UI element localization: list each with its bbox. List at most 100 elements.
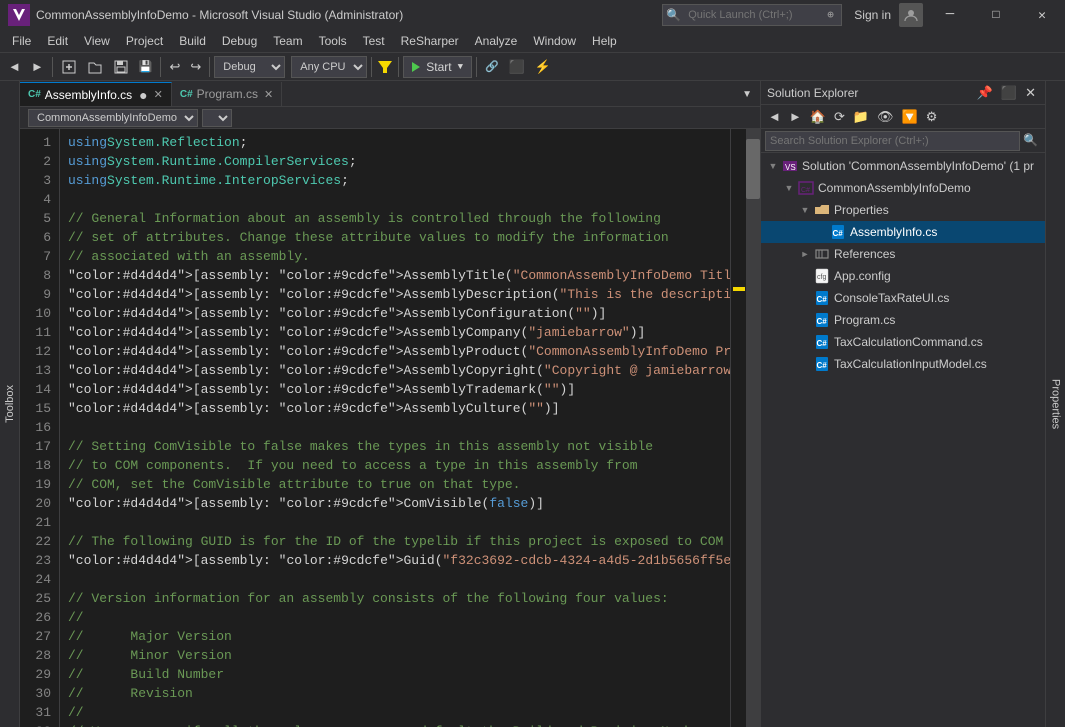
minimize-button[interactable]: ─ xyxy=(927,0,973,30)
toolbar-exception[interactable]: ⚡ xyxy=(531,55,555,79)
maximize-button[interactable]: □ xyxy=(973,0,1019,30)
toolbar-sep-4 xyxy=(371,57,372,77)
toolbar-breakpoints[interactable]: ⬛ xyxy=(505,55,529,79)
code-editor: 1234567891011121314151617181920212223242… xyxy=(20,129,760,727)
line-number-8: 8 xyxy=(24,266,51,285)
code-line-20: "color:#d4d4d4">[assembly: "color:#9cdcf… xyxy=(68,494,722,513)
toolbar-save[interactable] xyxy=(109,55,133,79)
svg-text:C#: C# xyxy=(833,229,844,238)
se-show-all-btn[interactable]: 👁 xyxy=(874,107,897,127)
tree-item-6[interactable]: C# ConsoleTaxRateUI.cs xyxy=(761,287,1045,309)
menu-help[interactable]: Help xyxy=(584,30,625,52)
sign-in-button[interactable]: Sign in xyxy=(846,0,899,30)
app-root: CommonAssemblyInfoDemo - Microsoft Visua… xyxy=(0,0,1065,727)
toolbar-start-button[interactable]: Start ▼ xyxy=(403,56,472,78)
menu-team[interactable]: Team xyxy=(265,30,310,52)
scrollbar-thumb[interactable] xyxy=(746,139,760,199)
se-forward-btn[interactable]: ► xyxy=(786,107,805,127)
main-layout: Toolbox C# AssemblyInfo.cs ● ✕ C# Progra… xyxy=(0,81,1065,727)
code-line-17: // Setting ComVisible to false makes the… xyxy=(68,437,722,456)
toolbar-open[interactable] xyxy=(83,55,107,79)
menu-edit[interactable]: Edit xyxy=(39,30,76,52)
se-pin-button[interactable]: 📌 xyxy=(974,83,996,103)
tree-arrow-4[interactable]: ► xyxy=(797,249,813,259)
quick-launch-bar[interactable]: 🔍 ⊕ xyxy=(662,4,842,26)
toolbar-cpu-config[interactable]: Any CPU x86 x64 xyxy=(291,56,367,78)
tab-scroll-area: ▼ xyxy=(734,82,760,106)
code-content[interactable]: using System.Reflection;using System.Run… xyxy=(60,129,730,727)
start-dropdown-arrow[interactable]: ▼ xyxy=(458,62,463,72)
se-back-btn[interactable]: ◄ xyxy=(765,107,784,127)
menu-file[interactable]: File xyxy=(4,30,39,52)
se-properties-btn[interactable]: 🏠 xyxy=(807,107,829,127)
tree-item-0[interactable]: ▼ VS Solution 'CommonAssemblyInfoDemo' (… xyxy=(761,155,1045,177)
code-line-7: // associated with an assembly. xyxy=(68,247,722,266)
toolbar-debug-config[interactable]: Debug Release xyxy=(214,56,285,78)
menu-analyze[interactable]: Analyze xyxy=(467,30,526,52)
tree-icon-2 xyxy=(813,202,831,218)
toolbar-save-all[interactable]: 💾 xyxy=(135,55,157,79)
toolbar-redo[interactable]: ↪ xyxy=(186,55,205,79)
tree-icon-3: C# xyxy=(829,224,847,240)
menu-resharper[interactable]: ReSharper xyxy=(393,30,467,52)
breadcrumb-right-select[interactable] xyxy=(202,109,232,127)
se-refresh-btn[interactable]: ⟳ xyxy=(831,107,848,127)
svg-text:C#: C# xyxy=(817,339,828,348)
code-line-1: using System.Reflection; xyxy=(68,133,722,152)
menu-test[interactable]: Test xyxy=(355,30,393,52)
se-close-button[interactable]: ✕ xyxy=(1022,83,1039,103)
toolbar-nav-forward[interactable]: ► xyxy=(27,55,48,79)
vertical-scrollbar[interactable] xyxy=(746,129,760,727)
tree-item-3[interactable]: C# AssemblyInfo.cs xyxy=(761,221,1045,243)
code-line-18: // to COM components. If you need to acc… xyxy=(68,456,722,475)
tree-item-4[interactable]: ► References xyxy=(761,243,1045,265)
tree-arrow-1[interactable]: ▼ xyxy=(781,183,797,193)
properties-sidebar[interactable]: Properties xyxy=(1045,81,1065,727)
tree-item-5[interactable]: cfg App.config xyxy=(761,265,1045,287)
line-number-9: 9 xyxy=(24,285,51,304)
tree-item-9[interactable]: C# TaxCalculationInputModel.cs xyxy=(761,353,1045,375)
tree-item-7[interactable]: C# Program.cs xyxy=(761,309,1045,331)
tree-icon-5: cfg xyxy=(813,268,831,284)
se-filter-btn[interactable]: 🔽 xyxy=(899,107,921,127)
code-line-14: "color:#d4d4d4">[assembly: "color:#9cdcf… xyxy=(68,380,722,399)
menu-project[interactable]: Project xyxy=(118,30,171,52)
tree-arrow-0[interactable]: ▼ xyxy=(765,161,781,171)
se-collapse-btn[interactable]: 📁 xyxy=(850,107,872,127)
se-settings-btn[interactable]: ⚙ xyxy=(923,107,941,127)
tab-close-1[interactable]: ✕ xyxy=(154,88,163,101)
tab-list-button[interactable]: ▼ xyxy=(738,82,756,106)
tree-arrow-2[interactable]: ▼ xyxy=(797,205,813,215)
code-line-26: // xyxy=(68,608,722,627)
code-line-13: "color:#d4d4d4">[assembly: "color:#9cdcf… xyxy=(68,361,722,380)
code-line-32: // You can specify all the values or you… xyxy=(68,722,722,727)
toolbar-new-project[interactable] xyxy=(57,55,81,79)
breadcrumb-left-select[interactable]: CommonAssemblyInfoDemo xyxy=(28,109,198,127)
tab-program[interactable]: C# Program.cs ✕ xyxy=(172,82,282,106)
toolbar-nav-back[interactable]: ◄ xyxy=(4,55,25,79)
tree-label-6: ConsoleTaxRateUI.cs xyxy=(834,291,949,305)
quick-launch-input[interactable] xyxy=(684,9,824,21)
toolbox-sidebar[interactable]: Toolbox xyxy=(0,81,20,727)
tree-item-2[interactable]: ▼ Properties xyxy=(761,199,1045,221)
menu-window[interactable]: Window xyxy=(525,30,584,52)
menu-tools[interactable]: Tools xyxy=(311,30,355,52)
menu-view[interactable]: View xyxy=(76,30,118,52)
tree-label-7: Program.cs xyxy=(834,313,895,327)
tree-icon-7: C# xyxy=(813,312,831,328)
line-number-26: 26 xyxy=(24,608,51,627)
tab-assemblyinfo[interactable]: C# AssemblyInfo.cs ● ✕ xyxy=(20,82,172,106)
tree-item-8[interactable]: C# TaxCalculationCommand.cs xyxy=(761,331,1045,353)
close-button[interactable]: ✕ xyxy=(1019,0,1065,30)
menu-build[interactable]: Build xyxy=(171,30,214,52)
toolbar-undo[interactable]: ↩ xyxy=(165,55,184,79)
se-search-input[interactable] xyxy=(765,131,1020,151)
tab-close-2[interactable]: ✕ xyxy=(264,88,273,101)
menu-debug[interactable]: Debug xyxy=(214,30,265,52)
code-line-28: // Minor Version xyxy=(68,646,722,665)
code-line-11: "color:#d4d4d4">[assembly: "color:#9cdcf… xyxy=(68,323,722,342)
tree-item-1[interactable]: ▼ C# CommonAssemblyInfoDemo xyxy=(761,177,1045,199)
se-move-button[interactable]: ⬛ xyxy=(998,83,1020,103)
line-number-32: 32 xyxy=(24,722,51,727)
toolbar-attach-profiler[interactable]: 🔗 xyxy=(481,55,503,79)
